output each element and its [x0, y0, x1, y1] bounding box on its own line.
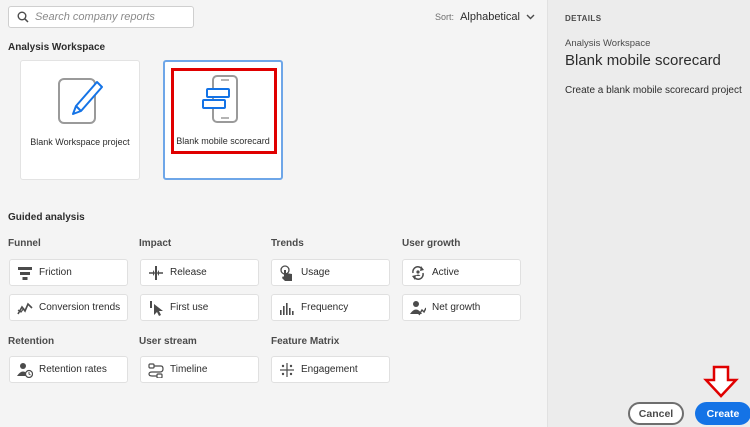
category-feature-matrix: Feature Matrix: [271, 336, 340, 347]
refresh-user-icon: [409, 264, 427, 282]
search-icon: [17, 11, 29, 23]
category-trends: Trends: [271, 238, 304, 249]
section-title-analysis-workspace: Analysis Workspace: [8, 42, 106, 53]
user-clock-icon: [16, 361, 34, 379]
release-icon: [147, 264, 165, 282]
cursor-icon: [147, 299, 165, 317]
section-title-guided-analysis: Guided analysis: [8, 212, 85, 223]
tile-net-growth[interactable]: Net growth: [402, 294, 521, 321]
tile-label: Timeline: [170, 364, 208, 375]
annotation-highlight-box: [171, 68, 277, 154]
create-button[interactable]: Create: [695, 402, 750, 425]
hand-pointer-icon: [278, 264, 296, 282]
tile-first-use[interactable]: First use: [140, 294, 259, 321]
card-blank-mobile-scorecard[interactable]: Blank mobile scorecard: [163, 60, 283, 180]
user-growth-icon: [409, 299, 427, 317]
card-blank-workspace-project[interactable]: Blank Workspace project: [20, 60, 140, 180]
tile-active[interactable]: Active: [402, 259, 521, 286]
tile-label: Engagement: [301, 364, 358, 375]
category-impact: Impact: [139, 238, 172, 249]
cancel-button[interactable]: Cancel: [628, 402, 684, 425]
sparkle-icon: [278, 361, 296, 379]
category-user-growth: User growth: [402, 238, 461, 249]
category-funnel: Funnel: [8, 238, 41, 249]
tile-label: Net growth: [432, 302, 481, 313]
trend-line-icon: [16, 299, 34, 317]
tile-label: Frequency: [301, 302, 349, 313]
tile-release[interactable]: Release: [140, 259, 259, 286]
tile-label: Friction: [39, 267, 72, 278]
category-user-stream: User stream: [139, 336, 197, 347]
tile-timeline[interactable]: Timeline: [140, 356, 259, 383]
tile-retention-rates[interactable]: Retention rates: [9, 356, 128, 383]
card-label: Blank Workspace project: [30, 137, 130, 147]
tile-usage[interactable]: Usage: [271, 259, 390, 286]
timeline-icon: [147, 361, 165, 379]
tile-label: Usage: [301, 267, 330, 278]
details-panel: DETAILS Analysis Workspace Blank mobile …: [547, 0, 750, 427]
tile-engagement[interactable]: Engagement: [271, 356, 390, 383]
tile-conversion-trends[interactable]: Conversion trends: [9, 294, 128, 321]
tile-label: Release: [170, 267, 207, 278]
tile-label: Active: [432, 267, 460, 278]
sort-value: Alphabetical: [460, 11, 520, 23]
details-description: Create a blank mobile scorecard project: [565, 85, 742, 96]
pencil-document-icon: [58, 78, 103, 124]
category-retention: Retention: [8, 336, 55, 347]
tile-frequency[interactable]: Frequency: [271, 294, 390, 321]
sort-label: Sort:: [435, 12, 455, 22]
sort-control[interactable]: Sort: Alphabetical: [435, 11, 535, 23]
bar-chart-icon: [278, 299, 296, 317]
details-subtitle: Analysis Workspace: [565, 38, 651, 49]
tile-label: First use: [170, 302, 209, 313]
tile-label: Retention rates: [39, 364, 107, 375]
details-heading: DETAILS: [565, 14, 602, 23]
arrow-down-icon: [703, 365, 739, 398]
chevron-down-icon: [526, 14, 535, 20]
tile-friction[interactable]: Friction: [9, 259, 128, 286]
main-area: Sort: Alphabetical Analysis Workspace Bl…: [0, 0, 547, 427]
tile-label: Conversion trends: [39, 302, 121, 313]
search-input[interactable]: [35, 11, 185, 23]
details-title: Blank mobile scorecard: [565, 52, 721, 69]
funnel-icon: [16, 264, 34, 282]
search-box[interactable]: [8, 6, 194, 28]
